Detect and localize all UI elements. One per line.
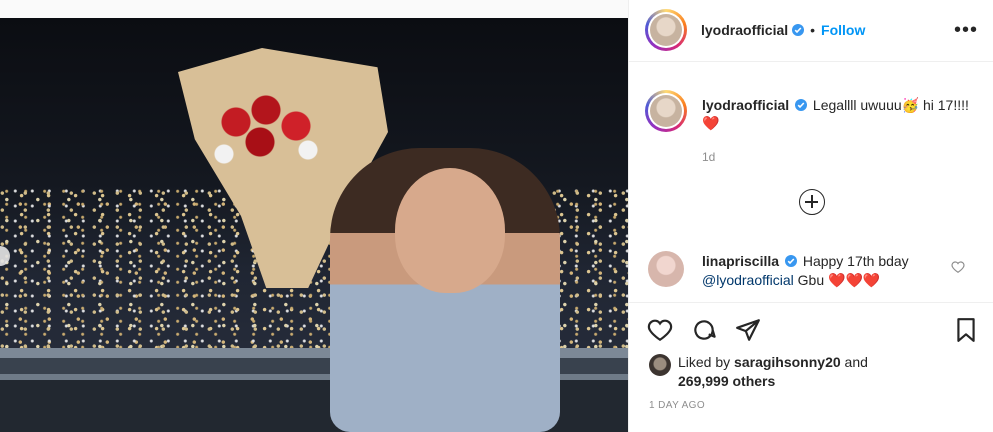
liked-by-connector: and bbox=[844, 354, 868, 370]
comment-body-start: Happy 17th bday bbox=[802, 253, 909, 269]
caption-avatar-inner bbox=[648, 93, 684, 129]
comment-item: linapriscilla Happy 17th bday @lyodraoff… bbox=[645, 250, 985, 298]
follow-button[interactable]: Follow bbox=[821, 22, 865, 38]
face bbox=[395, 168, 505, 293]
more-options-button[interactable]: ••• bbox=[954, 20, 978, 40]
avatar[interactable] bbox=[645, 9, 687, 51]
post-photo[interactable] bbox=[0, 18, 628, 432]
verified-badge-icon bbox=[795, 99, 808, 111]
heart-icon[interactable] bbox=[647, 317, 673, 343]
separator-dot: • bbox=[810, 22, 816, 38]
comment-body-end: Gbu ❤️❤️❤️ bbox=[797, 272, 881, 288]
comment-avatar[interactable] bbox=[648, 251, 684, 287]
actions-bar bbox=[629, 302, 993, 354]
posted-timestamp[interactable]: 1 DAY AGO bbox=[649, 400, 705, 411]
post-header: lyodraofficial • Follow ••• bbox=[629, 0, 993, 62]
comment-mention[interactable]: @lyodraofficial bbox=[702, 272, 794, 288]
caption: lyodraofficial Legallll uwuuu🥳 hi 17!!!!… bbox=[645, 90, 985, 170]
top-strip bbox=[0, 0, 628, 18]
liked-by-text: Liked by saragihsonny20 and 269,999 othe… bbox=[678, 353, 868, 391]
liked-by-username[interactable]: saragihsonny20 bbox=[734, 354, 841, 370]
caption-avatar[interactable] bbox=[645, 90, 687, 132]
paper-plane-icon[interactable] bbox=[735, 317, 761, 343]
heart-outline-icon[interactable] bbox=[951, 260, 965, 274]
header-username[interactable]: lyodraofficial bbox=[701, 22, 788, 38]
caption-avatar-photo bbox=[650, 95, 682, 127]
roses bbox=[212, 90, 332, 170]
caption-text: lyodraofficial Legallll uwuuu🥳 hi 17!!!!… bbox=[702, 96, 972, 132]
plus-circle-icon[interactable] bbox=[799, 189, 825, 215]
comment-icon[interactable] bbox=[691, 317, 717, 343]
caption-time[interactable]: 1d bbox=[702, 150, 715, 164]
verified-badge-icon bbox=[784, 255, 797, 267]
header-line: lyodraofficial • Follow bbox=[701, 22, 865, 38]
verified-badge-icon bbox=[792, 24, 805, 36]
liked-by-avatar[interactable] bbox=[649, 354, 671, 376]
avatar-inner bbox=[648, 12, 684, 48]
caption-username[interactable]: lyodraofficial bbox=[702, 97, 789, 113]
comment-username[interactable]: linapriscilla bbox=[702, 253, 779, 269]
comment-text: linapriscilla Happy 17th bday @lyodraoff… bbox=[702, 252, 952, 290]
bookmark-icon[interactable] bbox=[953, 317, 979, 343]
likes-count[interactable]: 269,999 others bbox=[678, 373, 775, 389]
liked-by-prefix: Liked by bbox=[678, 354, 731, 370]
post-side-panel: lyodraofficial • Follow ••• lyodraoffici… bbox=[628, 0, 993, 432]
avatar-photo bbox=[650, 14, 682, 46]
